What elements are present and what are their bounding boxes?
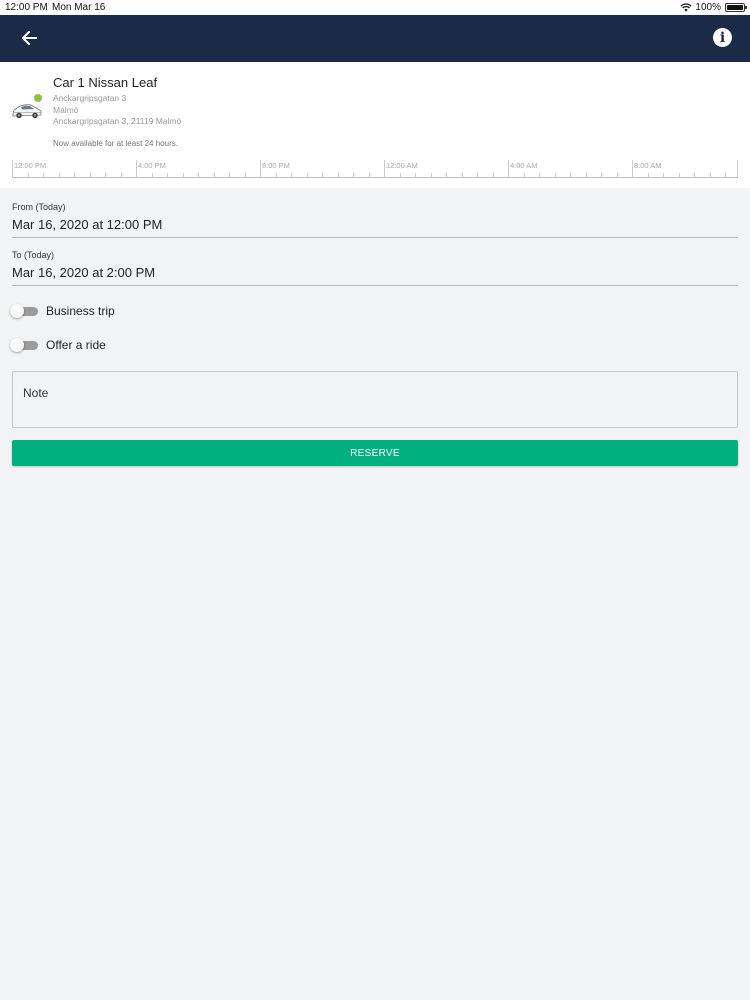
status-bar: 12:00 PM Mon Mar 16 100% — [0, 0, 750, 15]
timeline-tick — [353, 173, 354, 178]
from-field-underline — [12, 237, 738, 238]
timeline-tick — [291, 173, 292, 178]
timeline-tick — [74, 173, 75, 178]
timeline-label: 12:00 AM — [386, 161, 418, 170]
business-trip-label: Business trip — [46, 304, 115, 318]
timeline-major-tick — [384, 160, 385, 178]
status-date: Mon Mar 16 — [52, 2, 106, 13]
offer-ride-toggle[interactable] — [10, 338, 38, 352]
status-time: 12:00 PM — [5, 2, 48, 13]
timeline-label: 12:00 PM — [14, 161, 47, 170]
offer-ride-label: Offer a ride — [46, 338, 106, 352]
timeline-tick — [59, 173, 60, 178]
timeline-end-tick — [737, 160, 738, 178]
timeline-tick — [446, 173, 447, 178]
note-placeholder: Note — [23, 386, 49, 400]
info-icon: i — [719, 29, 726, 46]
timeline-tick — [369, 173, 370, 178]
info-button[interactable]: i — [713, 28, 732, 47]
timeline-label: 4:00 PM — [138, 161, 166, 170]
timeline-tick — [570, 173, 571, 178]
timeline-tick — [307, 173, 308, 178]
timeline-tick — [338, 173, 339, 178]
timeline-tick — [121, 173, 122, 178]
availability-timeline: 12:00 PM 4:00 PM 8:00 PM 12:00 AM 4:00 AM 8:0… — [12, 160, 738, 178]
timeline-tick — [431, 173, 432, 178]
timeline-tick — [105, 173, 106, 178]
timeline-tick — [586, 173, 587, 178]
timeline-tick — [725, 173, 726, 178]
timeline-tick — [555, 173, 556, 178]
availability-status-dot — [34, 94, 42, 102]
timeline-label: 8:00 PM — [262, 161, 290, 170]
timeline-label: 8:00 AM — [634, 161, 662, 170]
to-label: To (Today) — [12, 250, 55, 260]
wifi-icon — [680, 3, 693, 12]
timeline-tick — [152, 173, 153, 178]
timeline-tick — [276, 173, 277, 178]
car-name: Car 1 Nissan Leaf — [53, 75, 158, 90]
from-datetime-field[interactable]: Mar 16, 2020 at 12:00 PM — [12, 217, 162, 232]
timeline-tick — [43, 173, 44, 178]
timeline-tick — [524, 173, 525, 178]
status-right: 100% — [680, 1, 747, 14]
arrow-left-icon — [22, 31, 37, 45]
app-bar: i — [0, 15, 750, 62]
timeline-major-tick — [508, 160, 509, 178]
timeline-tick — [710, 173, 711, 178]
timeline-tick — [229, 173, 230, 178]
timeline-tick — [245, 173, 246, 178]
timeline-tick — [679, 173, 680, 178]
timeline-tick — [663, 173, 664, 178]
timeline-tick — [539, 173, 540, 178]
timeline-tick — [493, 173, 494, 178]
timeline-tick — [648, 173, 649, 178]
note-input[interactable]: Note — [12, 371, 738, 428]
car-address-line1: Anckargripsgatan 3 — [53, 93, 127, 103]
from-label: From (Today) — [12, 202, 66, 212]
timeline-tick — [322, 173, 323, 178]
timeline-label: 4:00 AM — [510, 161, 538, 170]
car-city: Malmö — [53, 105, 79, 115]
car-icon — [12, 104, 42, 119]
battery-icon — [725, 3, 747, 12]
to-field-underline — [12, 285, 738, 286]
timeline-tick — [214, 173, 215, 178]
timeline-major-tick — [12, 160, 13, 178]
timeline-tick — [167, 173, 168, 178]
availability-text: Now available for at least 24 hours. — [53, 139, 178, 148]
timeline-tick — [28, 173, 29, 178]
timeline-tick — [462, 173, 463, 178]
car-address-line2: Anckargripsgatan 3, 21119 Malmö — [53, 116, 182, 126]
timeline-major-tick — [260, 160, 261, 178]
timeline-tick — [415, 173, 416, 178]
battery-percent: 100% — [695, 2, 721, 13]
timeline-tick — [400, 173, 401, 178]
timeline-tick — [90, 173, 91, 178]
timeline-tick — [477, 173, 478, 178]
offer-ride-row: Offer a ride — [10, 335, 310, 355]
timeline-tick — [601, 173, 602, 178]
timeline-major-tick — [632, 160, 633, 178]
reserve-button[interactable]: RESERVE — [12, 440, 738, 466]
to-datetime-field[interactable]: Mar 16, 2020 at 2:00 PM — [12, 265, 155, 280]
timeline-tick — [183, 173, 184, 178]
timeline-major-tick — [136, 160, 137, 178]
timeline-tick — [617, 173, 618, 178]
timeline-tick — [198, 173, 199, 178]
timeline-tick — [694, 173, 695, 178]
business-trip-toggle[interactable] — [10, 304, 38, 318]
business-trip-row: Business trip — [10, 301, 310, 321]
back-button[interactable] — [16, 25, 42, 51]
